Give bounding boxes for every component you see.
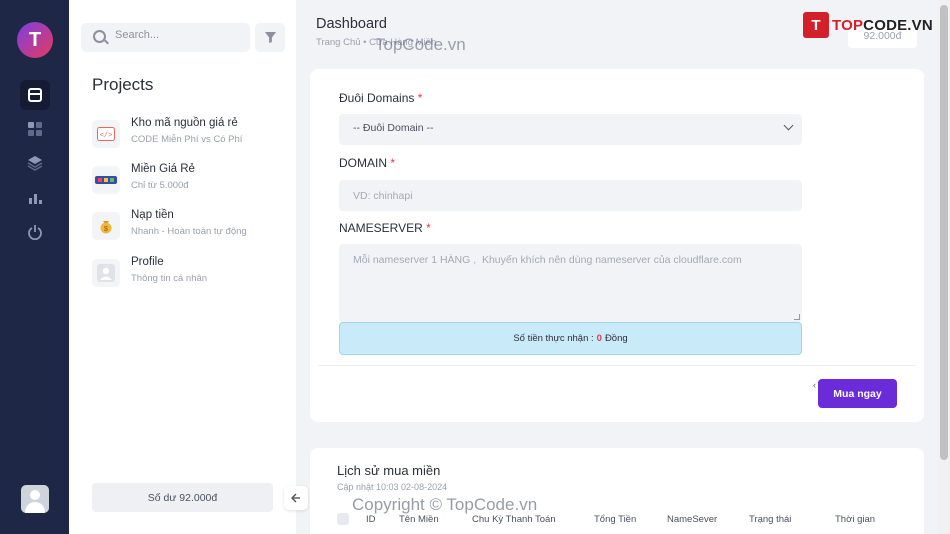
chevron-down-icon [783, 120, 794, 131]
power-icon[interactable] [20, 217, 50, 247]
page-title: Dashboard [316, 16, 387, 32]
layers-icon[interactable] [20, 148, 50, 178]
domain-order-form: Đuôi Domains * -- Đuôi Domain -- DOMAIN … [310, 69, 924, 422]
svg-text:$: $ [104, 226, 108, 233]
app-logo[interactable]: T [17, 22, 53, 58]
column-header[interactable]: Tên Miền [399, 514, 439, 525]
project-item-title: Miền Giá Rẻ [131, 163, 195, 175]
domain-label-text: DOMAIN [339, 156, 387, 170]
domain-ext-select[interactable]: -- Đuôi Domain -- [339, 114, 802, 145]
search-icon [93, 30, 106, 43]
project-item-subtitle: CODE Miễn Phí vs Có Phí [131, 134, 243, 145]
nameserver-label: NAMESERVER * [339, 221, 431, 235]
project-item-profile[interactable]: Profile Thông tin cá nhân [92, 256, 282, 292]
column-header[interactable]: Tổng Tiền [594, 514, 636, 525]
caret-left-icon: ‹ [813, 380, 816, 390]
page-scrollbar[interactable] [938, 0, 950, 534]
column-header[interactable]: NameSever [667, 514, 717, 525]
breadcrumb-home[interactable]: Trang Chủ [316, 37, 361, 48]
layout-icon[interactable] [20, 80, 50, 110]
grid-icon[interactable] [20, 114, 50, 144]
buy-now-button[interactable]: Mua ngay [818, 379, 897, 408]
project-item-subtitle: Thông tin cá nhân [131, 273, 208, 284]
project-item-subtitle: Nhanh - Hoàn toàn tự động [131, 226, 247, 237]
project-item-title: Nạp tiền [131, 209, 174, 221]
select-all-checkbox[interactable] [337, 513, 349, 525]
amount-alert: Số tiền thực nhận : 0 Đồng [339, 322, 802, 355]
svg-text:</>: </> [100, 132, 113, 140]
domain-label: DOMAIN * [339, 156, 395, 170]
user-avatar[interactable] [21, 485, 49, 513]
project-panel: Projects </> Kho mã nguồn giá rẻ CODE Mi… [69, 0, 296, 534]
watermark-bottom: Copyright © TopCode.vn [352, 495, 538, 514]
form-divider [318, 365, 916, 366]
profile-icon [92, 259, 120, 287]
brand-prefix: TOP [832, 16, 864, 34]
required-mark: * [417, 91, 423, 105]
purchase-history-card: Lịch sử mua miền Cập nhật 10:03 02-08-20… [310, 448, 924, 534]
project-item-code[interactable]: </> Kho mã nguồn giá rẻ CODE Miễn Phí vs… [92, 117, 282, 153]
project-item-title: Kho mã nguồn giá rẻ [131, 117, 238, 129]
column-header[interactable]: Trạng thái [749, 514, 791, 525]
amount-unit: Đồng [604, 333, 628, 344]
chart-icon[interactable] [20, 183, 50, 213]
filter-button[interactable] [255, 23, 285, 52]
icon-rail: T [0, 0, 69, 534]
nameserver-label-text: NAMESERVER [339, 221, 423, 235]
nameserver-textarea[interactable] [339, 244, 802, 322]
watermark-top: TopCode.vn [375, 35, 466, 54]
project-item-domain[interactable]: Miền Giá Rẻ Chỉ từ 5.000đ [92, 163, 282, 199]
project-item-subtitle: Chỉ từ 5.000đ [131, 180, 189, 191]
domain-ext-label: Đuôi Domains * [339, 91, 422, 105]
search-box [81, 23, 250, 52]
brand-text: TOPCODE.VN [832, 17, 933, 34]
column-header[interactable]: Chu Kỳ Thanh Toán [472, 514, 556, 525]
arrow-left-icon [291, 493, 300, 503]
amount-prefix: Số tiền thực nhận : [513, 333, 594, 344]
domain-input[interactable] [339, 180, 802, 211]
required-mark: * [426, 221, 431, 235]
brand-icon: T [803, 12, 829, 38]
history-updated: Cập nhật 10:03 02-08-2024 [337, 482, 448, 492]
column-header[interactable]: ID [366, 514, 376, 525]
panel-balance: Số dư 92.000đ [92, 483, 273, 512]
resize-handle[interactable] [794, 314, 800, 320]
domain-ext-label-text: Đuôi Domains [339, 91, 415, 105]
logo-letter: T [28, 28, 42, 51]
brand-logo: T TOPCODE.VN [803, 12, 933, 38]
required-mark: * [390, 156, 396, 170]
scrollbar-thumb[interactable] [940, 5, 948, 460]
brand-suffix: CODE.VN [863, 16, 933, 34]
search-input[interactable] [115, 29, 240, 41]
domain-icon [92, 166, 120, 194]
amount-value: 0 [596, 333, 602, 344]
collapse-panel-button[interactable] [284, 486, 308, 510]
history-title: Lịch sử mua miền [337, 463, 441, 478]
code-icon: </> [92, 120, 120, 148]
panel-title: Projects [92, 75, 154, 94]
project-item-topup[interactable]: $ Nạp tiền Nhanh - Hoàn toàn tự động [92, 209, 282, 245]
domain-ext-selected: -- Đuôi Domain -- [353, 122, 434, 134]
money-bag-icon: $ [92, 212, 120, 240]
column-header[interactable]: Thời gian [835, 514, 875, 525]
filter-icon [264, 32, 276, 43]
project-item-title: Profile [131, 256, 164, 268]
